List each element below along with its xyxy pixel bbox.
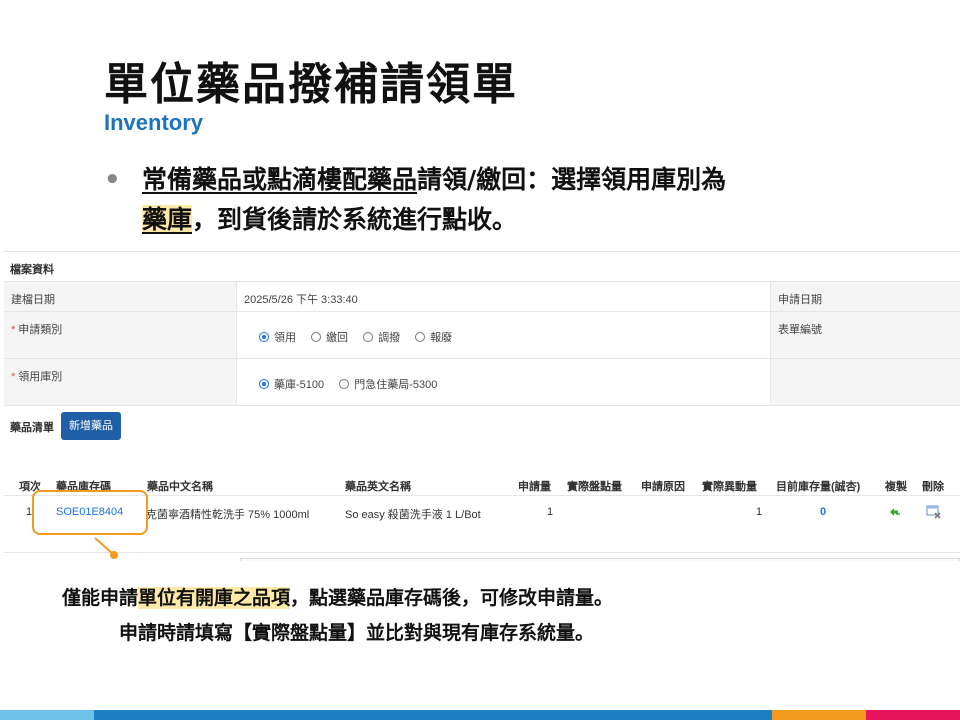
col-delete: 刪除 — [922, 481, 944, 493]
created-date-value: 2025/5/26 下午 3:33:40 — [236, 282, 770, 311]
bullet-text-part4: ，到貨後請於系統進行點收。 — [192, 205, 518, 234]
col-apply-qty: 申請量 — [518, 481, 551, 493]
next-section-edge — [240, 558, 960, 561]
instruction-bullet: • 常備藥品或點滴樓配藥品請領/繳回：選擇領用庫別為 藥庫，到貨後請於系統進行點… — [104, 160, 934, 240]
col-name-zh: 藥品中文名稱 — [147, 481, 213, 493]
slide-title: 單位藥品撥補請領單 — [104, 59, 518, 110]
col-count-qty: 實際盤點量 — [567, 481, 622, 493]
radio-checked-icon — [259, 379, 269, 389]
note-line-1-pre: 僅能申請 — [62, 587, 139, 609]
note-line-1-highlight: 單位有開庫之品項 — [138, 587, 291, 609]
radio-unchecked-icon — [363, 332, 374, 342]
radio-apply-type-return[interactable]: 繳回 — [311, 329, 348, 345]
col-stock: 目前庫存量(誠杏) — [776, 481, 861, 493]
actual-qty: 1 — [756, 506, 763, 518]
col-reason: 申請原因 — [641, 481, 685, 493]
col-name-en: 藥品英文名稱 — [345, 481, 411, 493]
bullet-text: 常備藥品或點滴樓配藥品請領/繳回：選擇領用庫別為 藥庫，到貨後請於系統進行點收。 — [104, 160, 934, 240]
apply-type-label-cell: * 申請類別 — [4, 312, 236, 358]
footer-bar-blue — [94, 710, 772, 720]
footer-bar-orange — [772, 710, 866, 720]
warehouse-options: 藥庫-5100 門急住藥局-5300 — [236, 359, 770, 405]
add-medicine-button[interactable]: 新增藥品 — [61, 412, 121, 440]
radio-unchecked-icon — [311, 332, 322, 342]
bullet-highlight-text: 藥庫 — [142, 205, 193, 234]
delete-icon[interactable] — [926, 504, 942, 523]
warehouse-label-cell: * 領用庫別 — [4, 359, 236, 405]
apply-qty[interactable]: 1 — [547, 506, 553, 518]
note-line-2: 申請時請填寫【實際盤點量】並比對與現有庫存系統量。 — [119, 622, 595, 644]
required-mark: * — [11, 371, 16, 383]
table-divider — [4, 552, 960, 553]
note-line-1: 僅能申請單位有開庫之品項，點選藥品庫存碼後，可修改申請量。 — [62, 583, 613, 610]
medicine-name-zh: 克菌寧酒精性乾洗手 75% 1000ml — [146, 509, 310, 521]
footer-bar-light-blue — [0, 710, 94, 720]
callout-pointer-icon — [94, 537, 118, 559]
apply-type-label: 申請類別 — [18, 324, 63, 336]
required-mark: * — [11, 324, 16, 336]
slide-subtitle: Inventory — [104, 110, 204, 135]
created-date-label: 建檔日期 — [4, 282, 236, 311]
note-line-1-post: ，點選藥品庫存碼後，可修改申請量。 — [290, 587, 614, 609]
footer-bar-pink — [866, 710, 960, 720]
warehouse-label: 領用庫別 — [18, 371, 63, 383]
radio-unchecked-icon — [415, 332, 426, 342]
copy-icon[interactable] — [888, 505, 902, 522]
radio-unchecked-icon — [339, 379, 350, 389]
bullet-underlined-text: 常備藥品或點滴樓配藥品 — [142, 165, 418, 194]
table-header: 項次 藥品庫存碼 藥品中文名稱 藥品英文名稱 申請量 實際盤點量 申請原因 實際… — [4, 474, 960, 496]
radio-apply-type-receive[interactable]: 領用 — [259, 329, 296, 345]
radio-apply-type-scrap[interactable]: 報廢 — [415, 329, 452, 345]
radio-apply-type-transfer[interactable]: 調撥 — [363, 329, 400, 345]
apply-type-row: * 申請類別 領用 繳回 調撥 報廢 表單編號 — [4, 312, 960, 359]
warehouse-row: * 領用庫別 藥庫-5100 門急住藥局-5300 — [4, 359, 960, 406]
created-date-row: 建檔日期 2025/5/26 下午 3:33:40 申請日期 — [4, 282, 960, 312]
bullet-dot-icon: • — [104, 165, 121, 195]
col-actual-qty: 實際異動量 — [702, 481, 757, 493]
medlist-title: 藥品清單 — [10, 422, 54, 434]
callout-ring — [32, 490, 148, 535]
section-title: 檔案資料 — [4, 252, 960, 282]
apply-type-options: 領用 繳回 調撥 報廢 — [236, 312, 770, 358]
radio-checked-icon — [259, 332, 269, 342]
medicine-name-en: So easy 殺菌洗手液 1 L/Bot — [345, 509, 481, 521]
radio-warehouse-pharmacy[interactable]: 門急住藥局-5300 — [339, 376, 437, 392]
col-copy: 複製 — [885, 481, 907, 493]
form-no-label: 表單編號 — [770, 312, 960, 358]
radio-warehouse-main[interactable]: 藥庫-5100 — [259, 376, 324, 392]
stock-qty: 0 — [820, 506, 827, 518]
bullet-text-part2: 請領/繳回：選擇領用庫別為 — [417, 165, 727, 194]
warehouse-empty-cell — [770, 359, 960, 405]
apply-date-label: 申請日期 — [770, 282, 960, 311]
